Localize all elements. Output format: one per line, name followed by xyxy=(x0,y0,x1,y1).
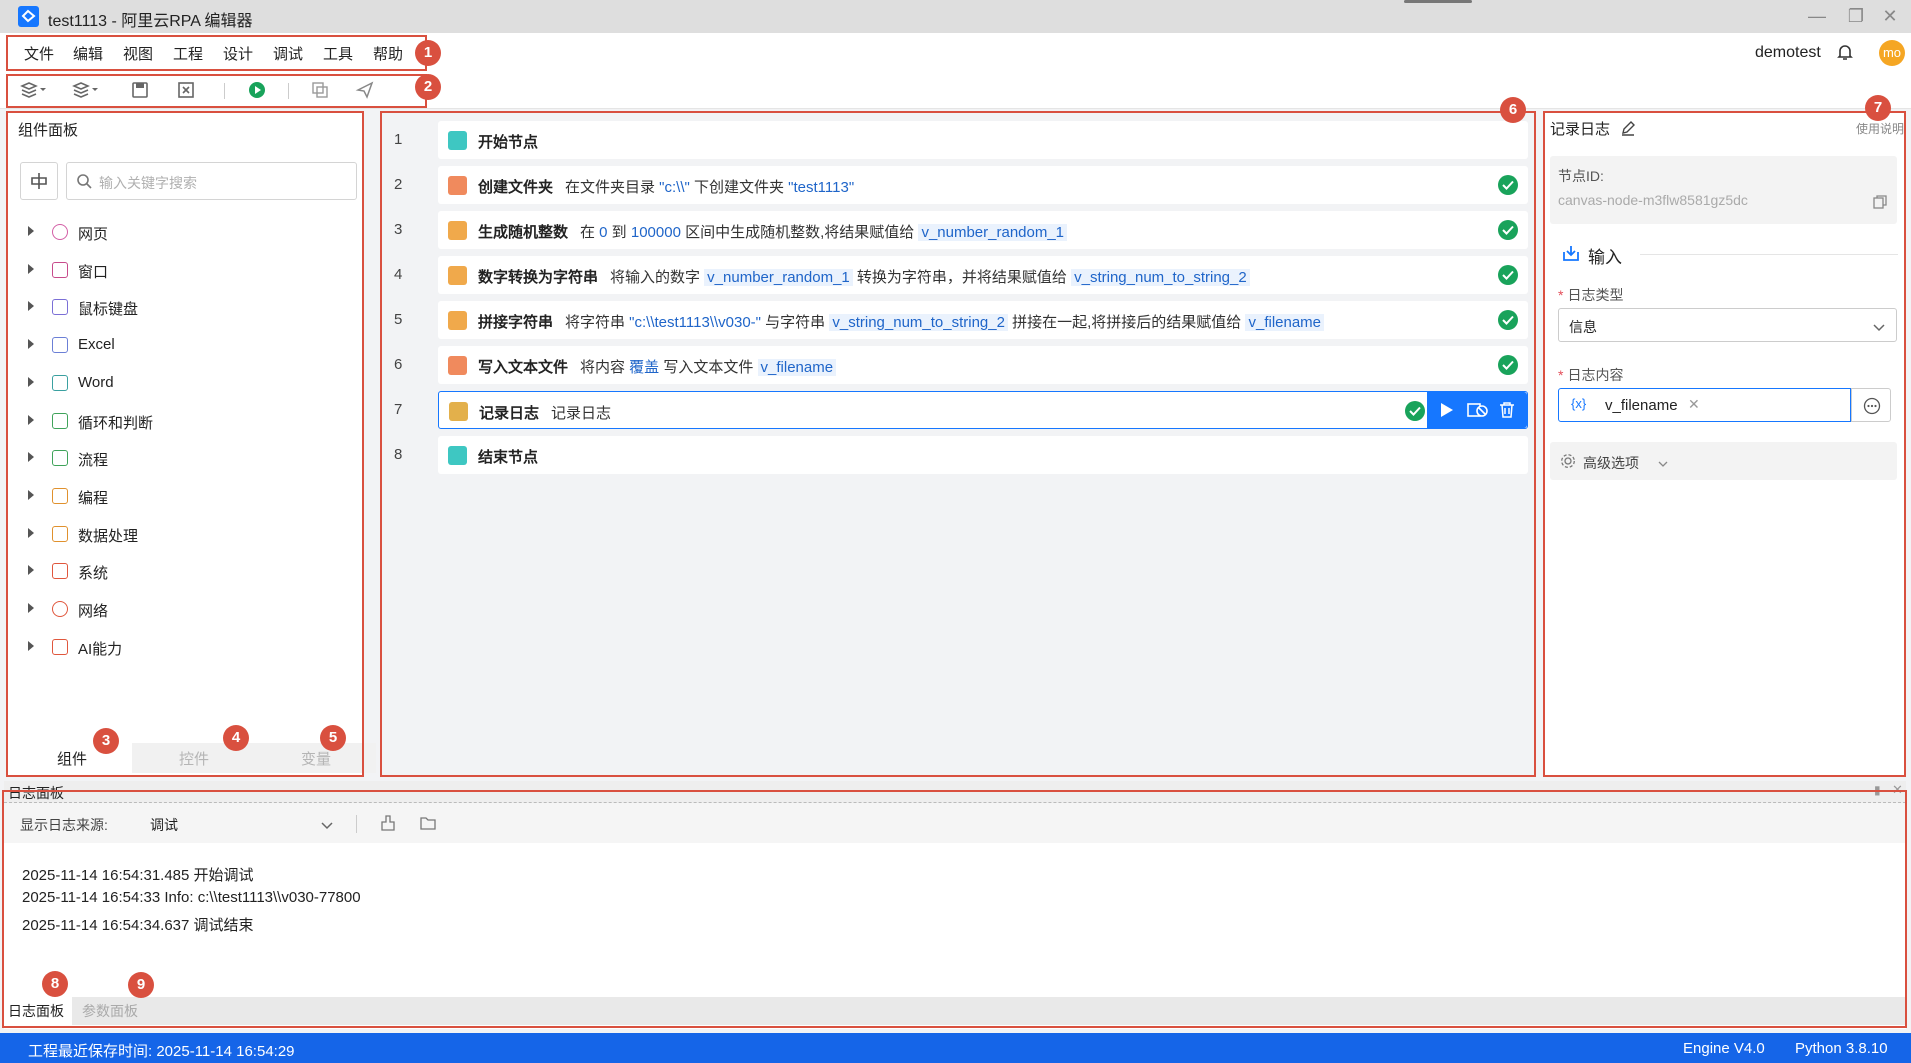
title-bar: test1113 - 阿里云RPA 编辑器 — ❐ ✕ xyxy=(0,0,1911,33)
drag-handle[interactable] xyxy=(1404,0,1472,3)
window-title: test1113 - 阿里云RPA 编辑器 xyxy=(48,13,253,30)
callout-badge-5: 5 xyxy=(320,725,346,751)
callout-badge-9: 9 xyxy=(128,972,154,998)
callout-frame-right-panel xyxy=(1543,111,1906,777)
callout-badge-6: 6 xyxy=(1500,97,1526,123)
bell-icon[interactable] xyxy=(1835,42,1855,62)
callout-badge-1: 1 xyxy=(415,40,441,66)
callout-badge-8: 8 xyxy=(42,971,68,997)
callout-badge-2: 2 xyxy=(415,74,441,100)
callout-badge-3: 3 xyxy=(93,728,119,754)
user-name[interactable]: demotest xyxy=(1755,44,1821,62)
status-bar: 工程最近保存时间: 2025-11-14 16:54:29 Engine V4.… xyxy=(0,1033,1911,1063)
close-icon[interactable]: ✕ xyxy=(1877,4,1903,28)
app-logo-icon xyxy=(18,6,39,27)
restore-icon[interactable]: ❐ xyxy=(1843,4,1869,28)
callout-frame-menu xyxy=(6,35,427,71)
engine-version: Engine V4.0 xyxy=(1683,1040,1765,1057)
callout-frame-toolbar xyxy=(6,74,427,108)
callout-badge-7: 7 xyxy=(1865,95,1891,121)
callout-frame-canvas xyxy=(380,111,1536,777)
callout-badge-4: 4 xyxy=(223,725,249,751)
minimize-icon[interactable]: — xyxy=(1804,4,1830,28)
python-version: Python 3.8.10 xyxy=(1795,1040,1888,1057)
callout-frame-log-panel xyxy=(2,790,1907,1028)
callout-frame-left-panel xyxy=(6,111,364,777)
avatar[interactable]: mo xyxy=(1879,40,1905,66)
last-saved-time: 工程最近保存时间: 2025-11-14 16:54:29 xyxy=(28,1043,295,1060)
